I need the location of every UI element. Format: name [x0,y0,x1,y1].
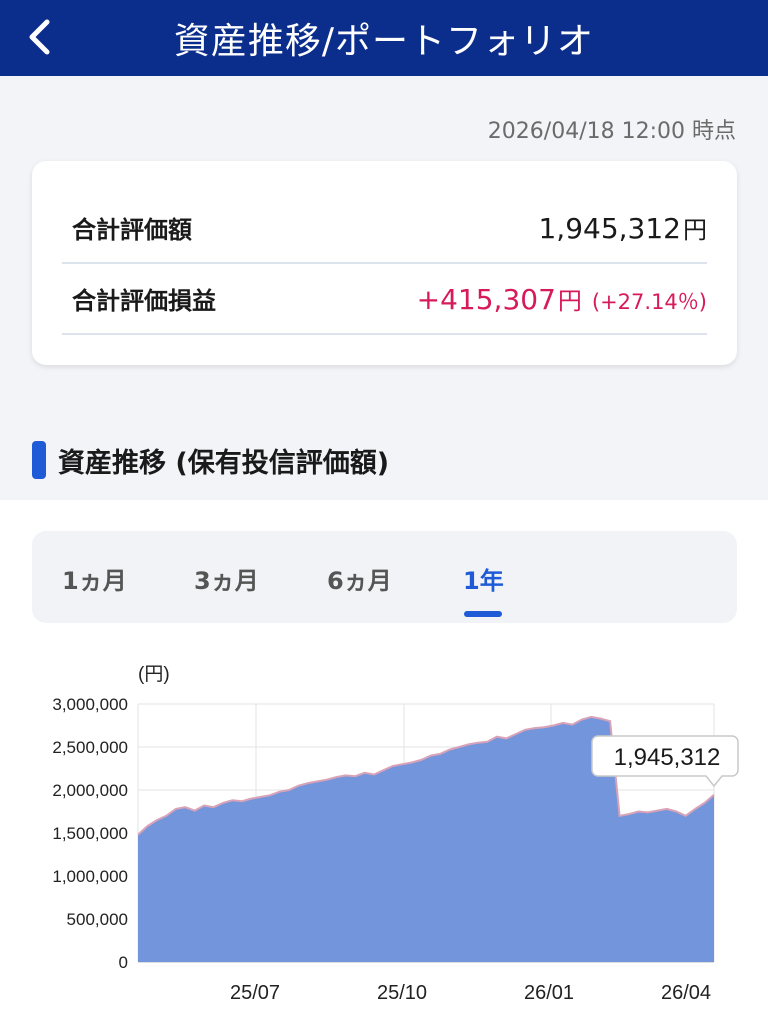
total-pl-label: 合計評価損益 [72,286,216,315]
y-tick-label: 3,000,000 [52,695,128,714]
total-pl: +415,307 円 (+27.14％) [417,281,707,316]
x-tick-label: 26/01 [524,982,574,1004]
tab-3-months[interactable]: 3ヵ月 [194,561,259,596]
chevron-left-icon [29,19,50,55]
chart-panel: 1ヵ月 3ヵ月 6ヵ月 1年 (円) 3,000,000 2,500,000 2,0… [0,500,768,1024]
y-tick-label: 2,500,000 [52,738,128,757]
total-value-unit: 円 [683,215,707,244]
total-pl-unit: 円 [557,286,582,315]
y-tick-label: 0 [119,953,128,972]
x-tick-label: 26/04 [661,982,711,1004]
y-tick-label: 2,000,000 [52,781,128,800]
summary-card: 合計評価額 1,945,312 円 合計評価損益 +415,307 円 (+27… [32,161,737,365]
total-pl-row: 合計評価損益 +415,307 円 (+27.14％) [62,263,707,335]
y-tick-label: 1,500,000 [52,824,128,843]
total-pl-amount: +415,307 [416,282,556,316]
as-of-timestamp: 2026/04/18 12:00 時点 [487,119,736,144]
total-value-amount: 1,945,312 [538,211,681,245]
y-axis-ticks: 3,000,000 2,500,000 2,000,000 1,500,000 1,00… [52,695,128,972]
period-tabs: 1ヵ月 3ヵ月 6ヵ月 1年 [32,531,737,623]
x-tick-label: 25/07 [230,982,280,1004]
active-tab-indicator [464,611,502,617]
asset-history-chart[interactable]: (円) 3,000,000 2,500,000 2,000,000 1,500,000… [0,650,768,1024]
tooltip-value: 1,945,312 [614,744,721,771]
total-value: 1,945,312 円 [538,210,707,245]
y-tick-label: 1,000,000 [52,867,128,886]
total-value-row: 合計評価額 1,945,312 円 [62,192,707,264]
total-value-label: 合計評価額 [72,215,192,244]
tab-6-months[interactable]: 6ヵ月 [327,561,392,596]
x-axis-ticks: 25/07 25/10 26/01 26/04 [230,982,711,1004]
section-accent-bar [32,441,46,479]
app-header: 資産推移/ポートフォリオ [0,0,768,76]
x-tick-label: 25/10 [377,982,427,1004]
y-axis-unit-label: (円) [138,664,170,685]
section-heading-text: 資産推移 (保有投信評価額) [58,447,390,479]
page-title: 資産推移/ポートフォリオ [173,21,595,62]
section-heading: 資産推移 (保有投信評価額) [32,440,389,480]
tab-1-year[interactable]: 1年 [463,561,504,596]
tab-1-month[interactable]: 1ヵ月 [62,561,127,596]
y-tick-label: 500,000 [67,910,128,929]
total-pl-percent: (+27.14％) [591,289,707,314]
back-button[interactable] [14,12,64,62]
